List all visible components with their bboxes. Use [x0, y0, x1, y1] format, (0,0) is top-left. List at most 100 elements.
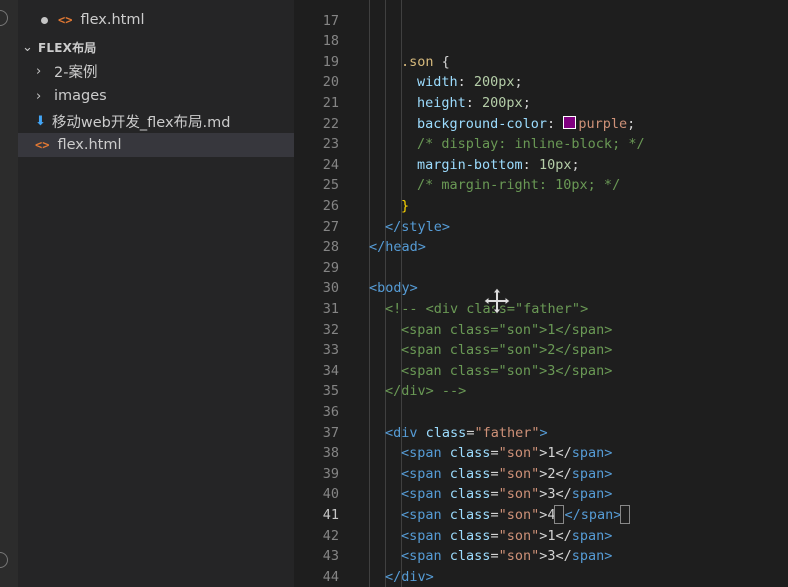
code-token: class — [441, 527, 491, 544]
code-line[interactable]: 27 </style> — [294, 217, 788, 238]
line-number: 18 — [322, 33, 339, 50]
color-swatch-icon[interactable] — [563, 115, 577, 129]
code-line[interactable]: 34 <span class="son">3</span> — [294, 361, 788, 382]
code-line[interactable]: 19 .son { — [294, 52, 788, 73]
code-token: > — [539, 424, 548, 441]
code-text: <span class="son">1</span> — [401, 443, 612, 464]
code-line[interactable]: 38 <span class="son">1</span> — [294, 443, 788, 464]
code-token: "father" — [474, 424, 540, 441]
tree-item-markdown[interactable]: ⬇ 移动web开发_flex布局.md — [18, 109, 294, 133]
code-line[interactable]: 21 height: 200px; — [294, 93, 788, 114]
code-token: 200px — [482, 94, 523, 111]
tree-item-label: 移动web开发_flex布局.md — [51, 114, 231, 131]
code-line[interactable]: 28 </head> — [294, 237, 788, 258]
code-line[interactable]: 30 <body> — [294, 278, 788, 299]
code-text: <div class="father"> — [385, 423, 548, 444]
code-token: style — [401, 218, 442, 235]
code-token: < — [369, 280, 378, 297]
code-line[interactable]: 44 </div> — [294, 567, 788, 587]
code-token: > — [604, 527, 613, 544]
tree-item-folder-cases[interactable]: › 2-案例 — [18, 59, 294, 83]
code-text: <span class="son">1</span> — [401, 320, 612, 341]
code-token: > — [441, 218, 451, 235]
code-line[interactable]: 39 <span class="son">2</span> — [294, 464, 788, 485]
code-token: span — [409, 486, 442, 503]
code-token: <span class="son">1</span> — [401, 321, 613, 338]
code-text: } — [401, 196, 409, 217]
open-editor-item[interactable]: <> flex.html — [18, 8, 294, 32]
code-token: >3</ — [539, 486, 572, 503]
line-number: 30 — [322, 280, 339, 297]
line-number: 29 — [322, 259, 339, 276]
code-line[interactable]: 40 <span class="son">3</span> — [294, 484, 788, 505]
code-token: < — [401, 548, 410, 565]
code-line[interactable]: 20 width: 200px; — [294, 72, 788, 93]
code-token: span — [409, 548, 442, 565]
code-token: <span class="son">3</span> — [401, 362, 613, 379]
line-number: 44 — [322, 568, 339, 585]
code-line[interactable]: 37 <div class="father"> — [294, 423, 788, 444]
code-token: > — [409, 280, 418, 297]
code-token: </ — [385, 218, 402, 235]
tree-item-label: 2-案例 — [54, 64, 98, 81]
tree-item-label: flex.html — [57, 137, 122, 153]
code-token: /* display: inline-block; */ — [417, 136, 645, 153]
code-line[interactable]: 41 <span class="son">4 </span> — [294, 505, 788, 526]
code-token: 200px — [473, 74, 515, 91]
line-number: 39 — [322, 465, 339, 482]
code-line[interactable]: 43 <span class="son">3</span> — [294, 546, 788, 567]
line-number: 26 — [322, 197, 339, 214]
code-token: width — [417, 74, 458, 91]
code-line[interactable]: 32 <span class="son">1</span> — [294, 320, 788, 341]
code-line[interactable]: 35 </div> --> — [294, 381, 788, 402]
folder-header[interactable]: ⌄ FLEX布局 — [18, 35, 294, 59]
activity-icon[interactable] — [0, 10, 8, 26]
line-number: 37 — [322, 424, 339, 441]
code-editor[interactable]: 17 18 19 .son {20 width: 200px; 21 height: 200… — [294, 0, 788, 587]
code-token: = — [490, 486, 499, 503]
code-token: "son" — [498, 506, 540, 523]
code-line[interactable]: 42 <span class="son">1</span> — [294, 526, 788, 547]
code-line[interactable]: 22 background-color: purple; — [294, 114, 788, 135]
code-token: = — [490, 527, 499, 544]
move-cursor-icon — [483, 287, 511, 315]
line-number: 25 — [322, 177, 339, 194]
line-number: 27 — [322, 218, 339, 235]
code-token: > — [604, 445, 613, 462]
code-line[interactable]: 33 <span class="son">2</span> — [294, 340, 788, 361]
code-token: class — [441, 548, 491, 565]
code-token: "son" — [498, 548, 540, 565]
tree-item-flex-html[interactable]: <> flex.html — [18, 133, 294, 157]
code-line[interactable]: 29 — [294, 258, 788, 279]
code-line[interactable]: 26} — [294, 196, 788, 217]
code-line[interactable]: 36 — [294, 402, 788, 423]
code-token: span — [571, 486, 605, 503]
tree-item-folder-images[interactable]: › images — [18, 84, 294, 108]
code-line[interactable]: 18 — [294, 31, 788, 52]
activity-bar — [0, 0, 18, 587]
line-number: 23 — [322, 136, 339, 153]
account-icon[interactable] — [0, 552, 8, 568]
code-line[interactable]: 24 margin-bottom: 10px; — [294, 155, 788, 176]
code-line[interactable]: 31 <!-- <div class="father"> — [294, 299, 788, 320]
code-token: < — [401, 445, 410, 462]
code-line[interactable]: 23 /* display: inline-block; */ — [294, 134, 788, 155]
code-token: class — [441, 486, 491, 503]
code-token: class — [417, 424, 467, 441]
line-number: 33 — [322, 342, 339, 359]
code-token: div — [401, 568, 426, 585]
code-token: = — [490, 445, 499, 462]
open-editor-label: flex.html — [80, 12, 145, 28]
code-text: <span class="son">3</span> — [401, 484, 612, 505]
code-token: < — [401, 506, 410, 523]
chevron-right-icon: › — [36, 63, 42, 79]
code-text: /* display: inline-block; */ — [417, 134, 645, 155]
code-token: background-color — [417, 115, 548, 132]
code-token: purple — [578, 115, 628, 132]
code-token: span — [571, 465, 605, 482]
code-line[interactable]: 25 /* margin-right: 10px; */ — [294, 175, 788, 196]
code-token: >4 — [539, 506, 556, 523]
markdown-icon: ⬇ — [35, 113, 46, 129]
code-token: height — [417, 94, 466, 111]
code-line[interactable]: 17 — [294, 11, 788, 32]
